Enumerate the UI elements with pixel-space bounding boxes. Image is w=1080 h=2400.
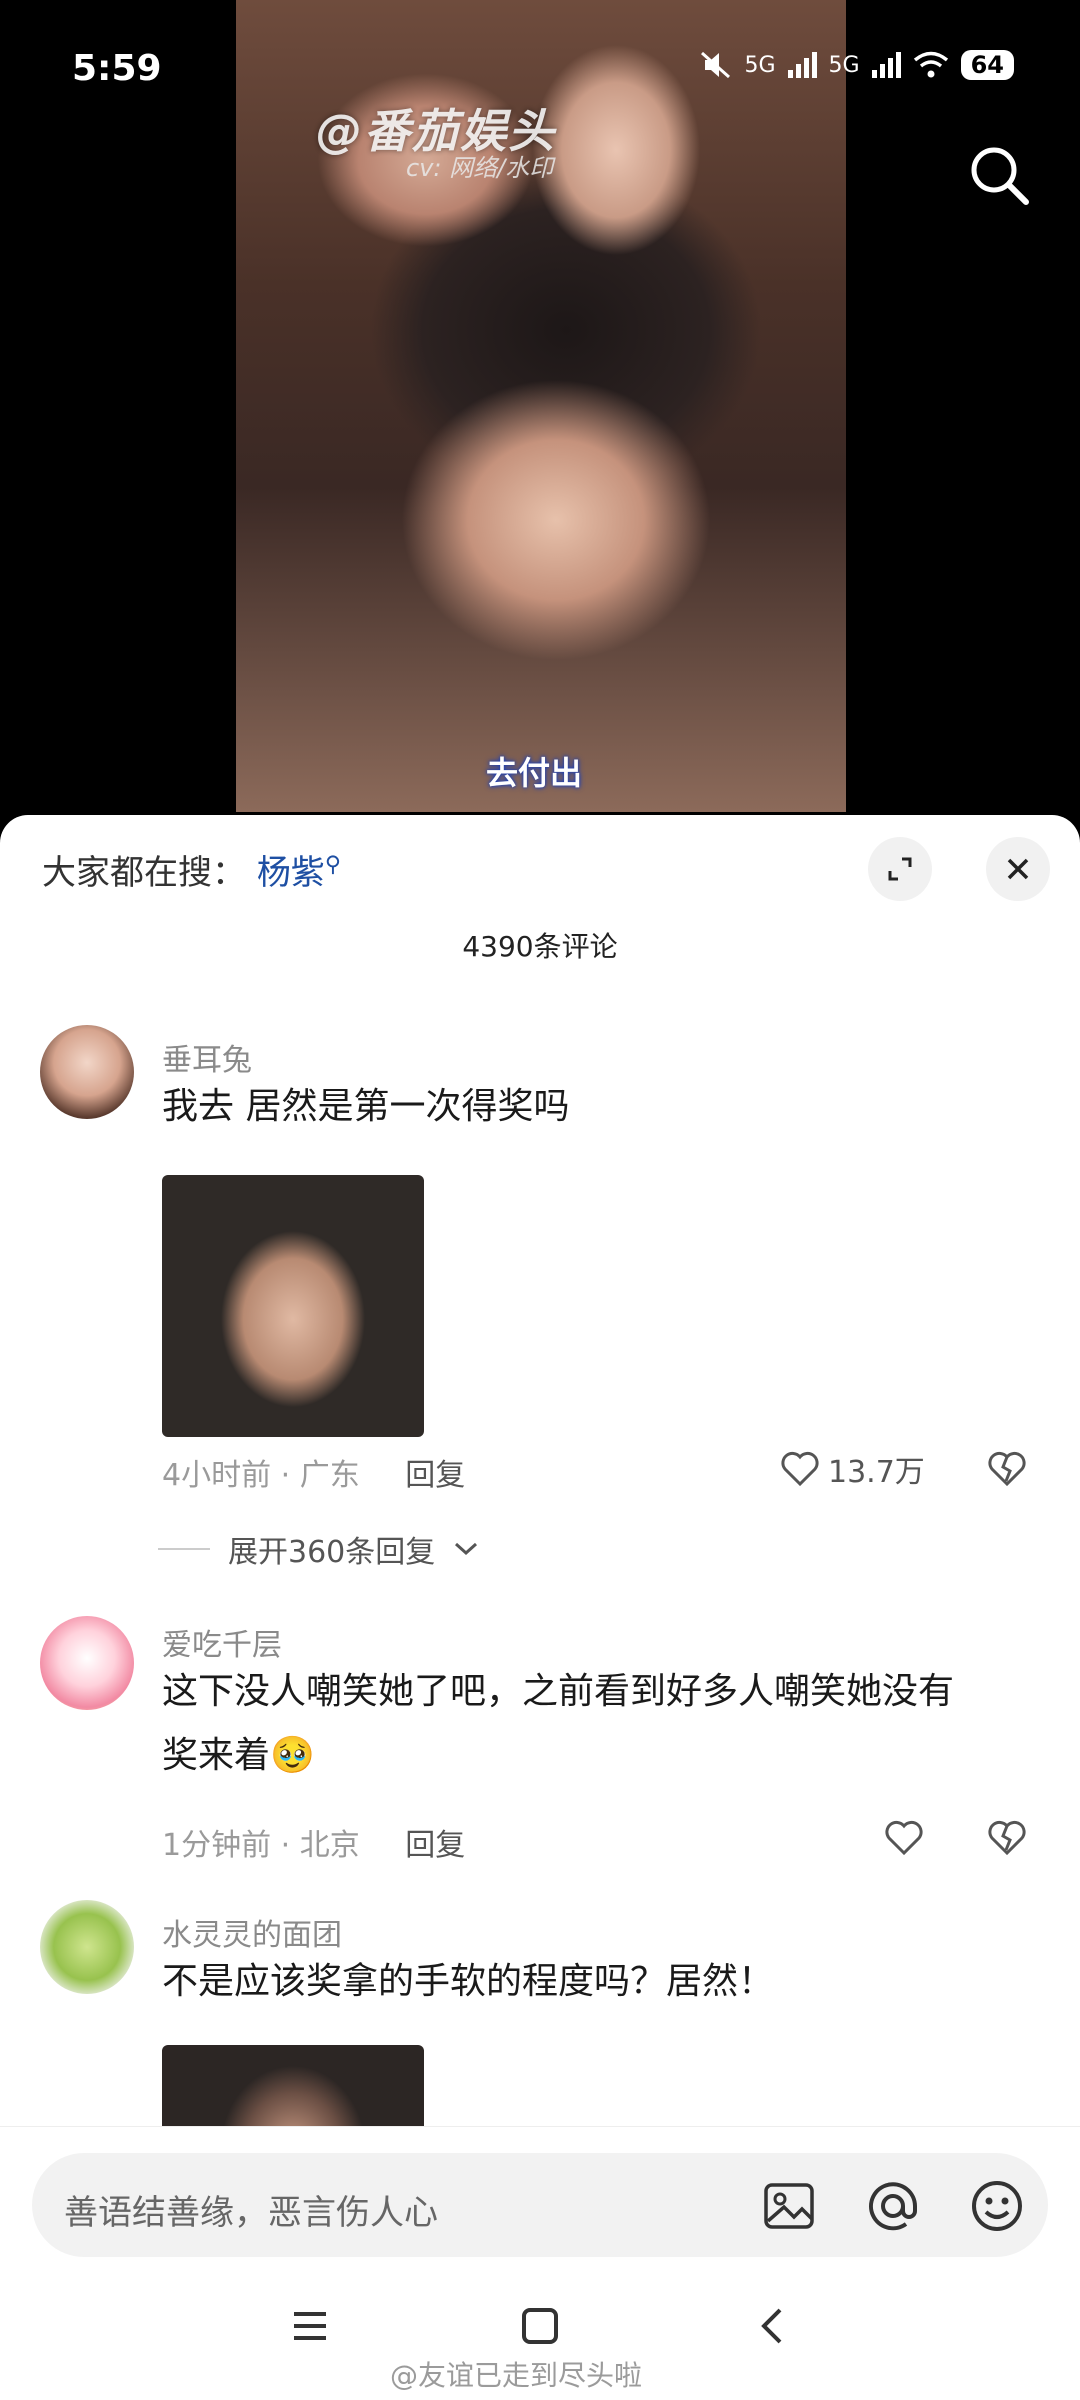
status-icons: 5G 5G 64	[699, 50, 1014, 80]
divider-line	[158, 1548, 210, 1550]
emoji-icon: 🥹	[270, 1735, 315, 1776]
close-icon	[1007, 858, 1029, 880]
video-watermark-sub: cv: 网络/水印	[406, 154, 554, 182]
small-search-icon: ⚲	[324, 852, 341, 878]
comment-text: 我去 居然是第一次得奖吗	[162, 1086, 570, 1127]
trending-prefix: 大家都在搜：	[42, 853, 246, 893]
avatar[interactable]	[40, 1900, 134, 1994]
trending-search[interactable]: 大家都在搜： 杨紫⚲	[42, 845, 341, 894]
comment-username[interactable]: 爱吃千层	[162, 1620, 282, 1664]
comment-time: 1分钟前	[162, 1828, 272, 1863]
comment-meta: 4小时前 · 广东 回复	[162, 1458, 466, 1493]
status-bar: 5:59 5G 5G 64	[0, 0, 1080, 140]
like-button[interactable]: 13.7万	[780, 1447, 925, 1491]
comment-time: 4小时前	[162, 1458, 272, 1493]
signal-icon-2	[871, 52, 901, 78]
wifi-icon	[913, 51, 948, 78]
status-time: 5:59	[72, 48, 162, 89]
heart-icon	[781, 1451, 819, 1487]
broken-heart-icon[interactable]	[987, 1820, 1027, 1856]
comment-image[interactable]	[162, 1175, 424, 1437]
signal-icon	[787, 52, 817, 78]
comment-input[interactable]: 善语结善缘，恶言伤人心	[32, 2153, 1048, 2257]
expand-icon	[888, 857, 912, 881]
reply-button[interactable]: 回复	[405, 1458, 465, 1493]
comment-composer-bar: 善语结善缘，恶言伤人心	[0, 2126, 1080, 2267]
home-icon[interactable]	[520, 2306, 560, 2346]
uploader-credit: @友谊已走到尽头啦	[390, 2359, 643, 2392]
avatar[interactable]	[40, 1025, 134, 1119]
at-icon[interactable]	[864, 2177, 922, 2235]
system-nav-bar: @友谊已走到尽头啦	[0, 2266, 1080, 2400]
expand-replies-label: 展开360条回复	[228, 1535, 436, 1570]
comment-username[interactable]: 垂耳兔	[162, 1035, 252, 1079]
menu-icon[interactable]	[290, 2306, 330, 2346]
comment-text-line2: 奖来着🥹	[162, 1735, 315, 1776]
smiley-icon[interactable]	[968, 2177, 1026, 2235]
network-type-2: 5G	[828, 52, 860, 78]
comment-username[interactable]: 水灵灵的面团	[162, 1910, 342, 1954]
comment-count: 4390条评论	[462, 930, 618, 963]
avatar[interactable]	[40, 1616, 134, 1710]
comment-text: 不是应该奖拿的手软的程度吗？居然！	[162, 1961, 775, 2002]
comment-text: 这下没人嘲笑她了吧，之前看到好多人嘲笑她没有 奖来着🥹	[162, 1660, 1042, 1788]
like-count: 13.7万	[828, 1455, 925, 1490]
search-icon[interactable]	[964, 140, 1034, 210]
image-icon[interactable]	[760, 2177, 818, 2235]
comment-input-placeholder: 善语结善缘，恶言伤人心	[64, 2193, 438, 2233]
chevron-down-icon	[455, 1542, 478, 1556]
broken-heart-icon[interactable]	[987, 1451, 1027, 1487]
mute-icon	[700, 51, 730, 79]
battery-indicator: 64	[960, 50, 1014, 80]
reply-button[interactable]: 回复	[405, 1828, 465, 1863]
comment-location: 广东	[299, 1458, 360, 1493]
network-type-1: 5G	[744, 52, 776, 78]
close-button[interactable]	[986, 837, 1050, 901]
expand-button[interactable]	[868, 837, 932, 901]
heart-icon[interactable]	[884, 1820, 924, 1856]
comment-location: 北京	[299, 1828, 360, 1863]
back-icon[interactable]	[752, 2306, 792, 2346]
expand-replies-button[interactable]: 展开360条回复	[158, 1527, 479, 1571]
comment-text-line1: 这下没人嘲笑她了吧，之前看到好多人嘲笑她没有	[162, 1671, 955, 1712]
comment-meta: 1分钟前 · 北京 回复	[162, 1828, 466, 1863]
trending-term[interactable]: 杨紫	[257, 853, 325, 893]
video-caption: 去付出	[486, 754, 583, 792]
